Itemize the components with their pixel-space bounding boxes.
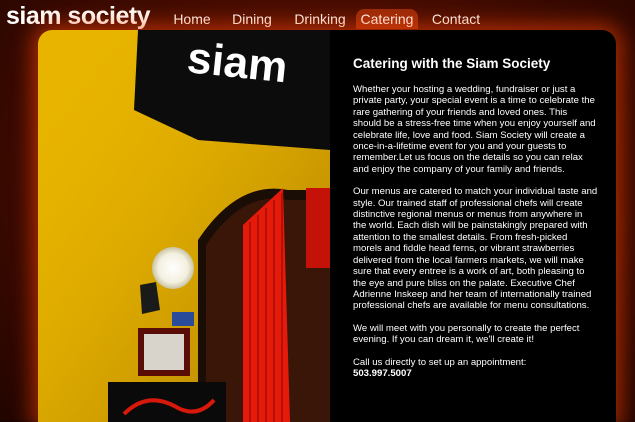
meeting-paragraph: We will meet with you personally to crea… bbox=[353, 322, 580, 346]
page-title: Catering with the Siam Society bbox=[353, 56, 551, 71]
nav-home[interactable]: Home bbox=[166, 9, 218, 29]
nav-drinking[interactable]: Drinking bbox=[286, 9, 354, 29]
header: siam society Home Dining Drinking Cateri… bbox=[0, 0, 635, 32]
phone-number[interactable]: 503.997.5007 bbox=[353, 368, 598, 379]
intro-paragraph: Whether your hosting a wedding, fundrais… bbox=[353, 84, 596, 175]
menu-paragraph: Our menus are catered to match your indi… bbox=[353, 186, 598, 312]
restaurant-photo: siam bbox=[38, 30, 330, 422]
site-logo[interactable]: siam society bbox=[6, 2, 151, 30]
contact-line: Call us directly to set up an appointmen… bbox=[353, 356, 527, 368]
nav-dining[interactable]: Dining bbox=[224, 9, 280, 29]
sign-text: siam bbox=[185, 33, 290, 92]
content-frame: siam Catering with the Siam Society Whet… bbox=[38, 30, 616, 422]
nav-contact[interactable]: Contact bbox=[428, 9, 484, 29]
catering-content: Catering with the Siam Society Whether y… bbox=[353, 56, 598, 379]
nav-catering[interactable]: Catering bbox=[356, 9, 418, 29]
